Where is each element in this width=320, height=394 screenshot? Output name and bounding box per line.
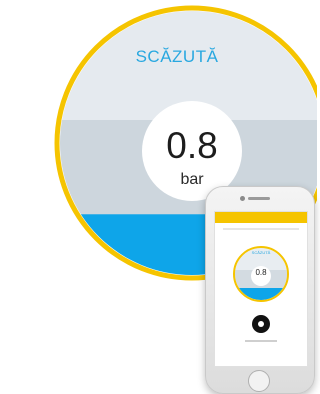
mini-status-label: SCĂZUTĂ [251, 250, 271, 255]
mini-pressure-value: 0.8 [255, 268, 267, 277]
pressure-status-label: SCĂZUTĂ [135, 47, 219, 66]
power-button-dot [258, 321, 264, 327]
phone-screen: SCĂZUTĂ 0.8 [214, 211, 308, 367]
phone-speaker [248, 197, 270, 200]
home-button[interactable] [248, 370, 270, 392]
phone-camera [240, 196, 245, 201]
app-header-bar [215, 212, 307, 223]
phone-mockup: SCĂZUTĂ 0.8 [205, 186, 315, 394]
power-button-icon[interactable] [252, 315, 270, 333]
mini-caption-line [245, 340, 277, 342]
pressure-value: 0.8 [166, 125, 218, 166]
app-subheader-line [223, 228, 299, 230]
